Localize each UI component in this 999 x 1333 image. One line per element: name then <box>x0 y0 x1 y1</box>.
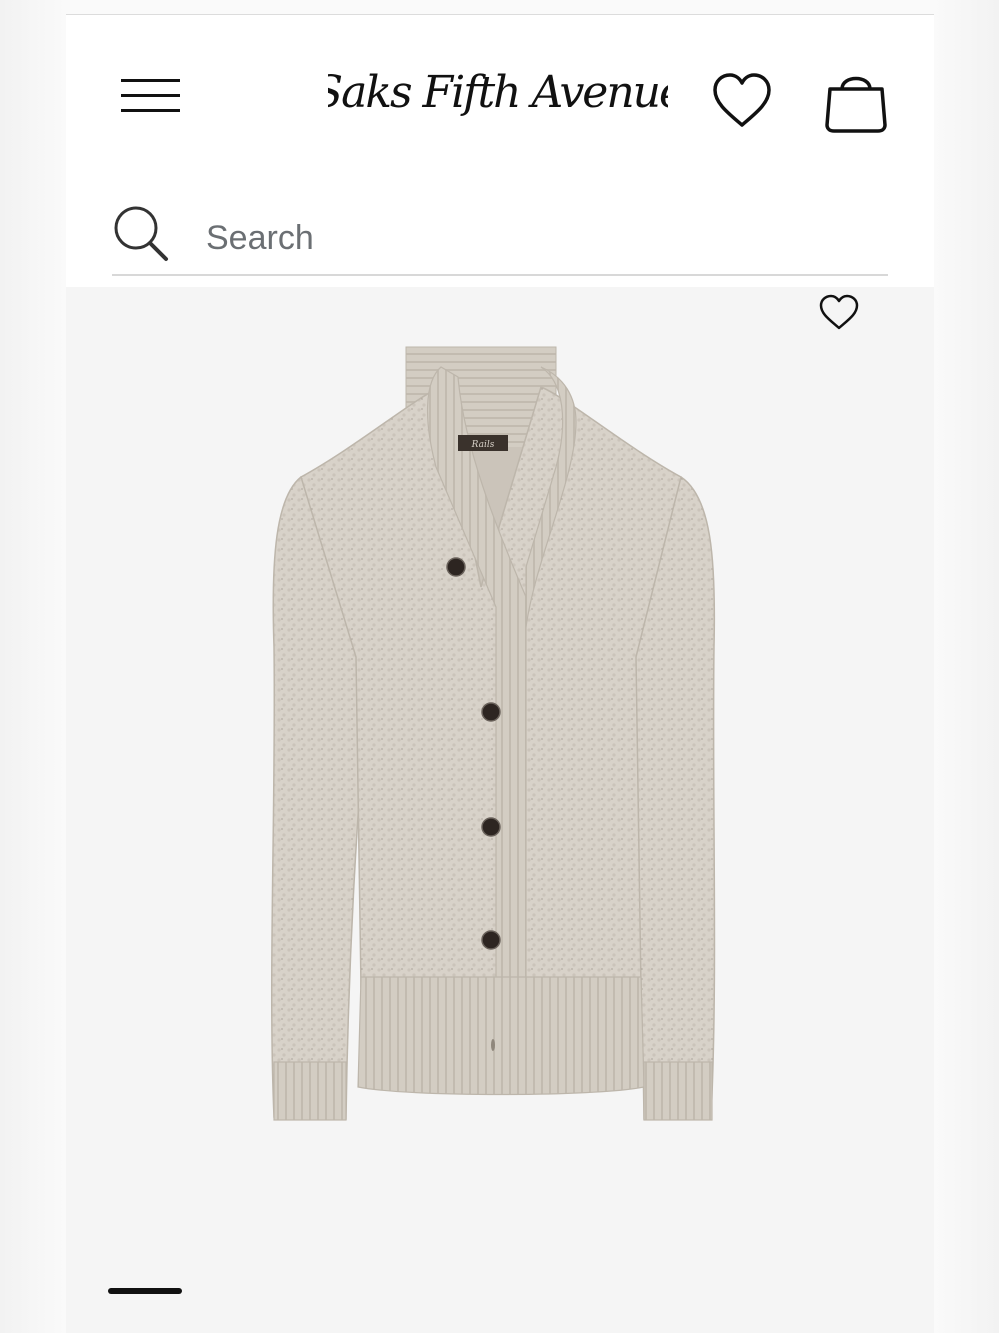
brand-label-text: Rails <box>471 440 495 450</box>
home-indicator[interactable] <box>108 1288 182 1294</box>
menu-icon <box>121 79 180 82</box>
brand-logo-text: Saks Fifth Avenue <box>328 67 668 118</box>
shopping-bag-icon <box>825 76 887 133</box>
wishlist-button[interactable] <box>710 71 774 131</box>
search-bar[interactable] <box>112 200 888 276</box>
site-header: Saks Fifth Avenue <box>66 15 934 287</box>
product-wishlist-button[interactable] <box>818 293 860 333</box>
shopping-bag-button[interactable] <box>822 67 890 135</box>
brand-logo[interactable]: Saks Fifth Avenue <box>328 53 668 133</box>
search-input[interactable] <box>206 212 866 264</box>
brand-logo-wordmark: Saks Fifth Avenue <box>328 67 668 118</box>
heart-icon <box>713 73 771 127</box>
search-icon[interactable] <box>112 204 172 264</box>
product-image-area: Rails <box>66 287 934 1333</box>
menu-button[interactable] <box>118 75 182 119</box>
heart-icon <box>819 294 859 330</box>
product-image[interactable]: Rails <box>196 327 796 1187</box>
cardigan-sweater-image: Rails <box>270 346 716 1121</box>
menu-icon-line <box>121 109 180 112</box>
menu-icon-line <box>121 94 180 97</box>
app-frame: Saks Fifth Avenue Search Rails <box>0 0 999 1333</box>
